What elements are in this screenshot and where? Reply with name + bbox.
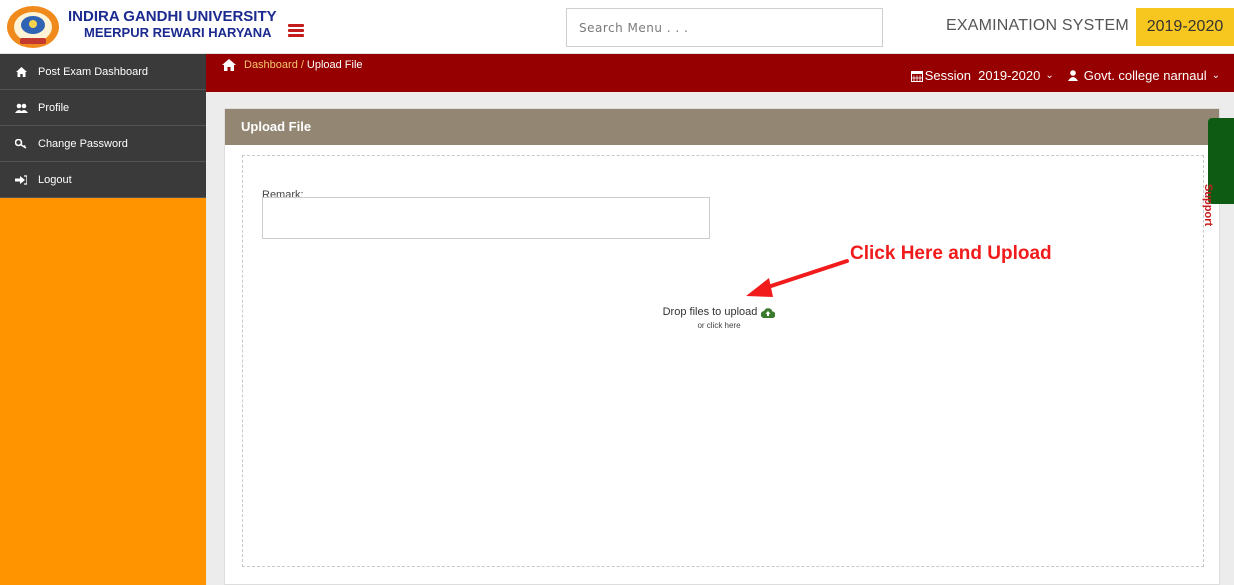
annotation-text: Click Here and Upload xyxy=(850,243,1052,264)
chevron-down-icon: ⌄ xyxy=(1045,70,1054,81)
home-icon[interactable] xyxy=(222,59,236,71)
key-icon xyxy=(14,138,28,149)
menu-toggle-icon[interactable] xyxy=(288,24,304,37)
year-badge: 2019-2020 xyxy=(1136,8,1234,46)
drop-files-label: Drop files to upload xyxy=(619,306,819,318)
upload-file-panel: Upload File Remark: Drop files to upload… xyxy=(224,108,1220,585)
sidebar-item-post-exam-dashboard[interactable]: Post Exam Dashboard xyxy=(0,54,206,90)
breadcrumb-separator: / xyxy=(300,59,304,71)
user-label: Govt. college narnaul xyxy=(1083,68,1207,83)
breadcrumb: Dashboard / Upload File xyxy=(222,59,363,71)
remark-textarea[interactable] xyxy=(262,197,710,239)
user-icon xyxy=(1067,70,1078,81)
chevron-down-icon: ⌄ xyxy=(1211,70,1220,81)
user-dropdown[interactable]: Govt. college narnaul ⌄ xyxy=(1067,68,1220,83)
university-name-line1: INDIRA GANDHI UNIVERSITY xyxy=(68,8,277,25)
sidebar-item-label: Change Password xyxy=(38,137,128,150)
system-title: EXAMINATION SYSTEM xyxy=(946,17,1129,34)
upload-form-area: Remark: Drop files to upload or click he… xyxy=(242,155,1204,567)
sidebar-item-label: Logout xyxy=(38,173,72,186)
topbar-right-info: Session 2019-2020 ⌄ Govt. college narnau… xyxy=(910,68,1220,83)
home-icon xyxy=(14,66,28,77)
drop-text: Drop files to upload xyxy=(662,306,758,318)
sidebar-item-profile[interactable]: Profile xyxy=(0,90,206,126)
top-header: INDIRA GANDHI UNIVERSITY MEERPUR REWARI … xyxy=(0,0,1234,54)
file-drop-zone[interactable]: Drop files to upload or click here xyxy=(619,306,819,346)
users-icon xyxy=(14,103,28,113)
sidebar-item-logout[interactable]: Logout xyxy=(0,162,206,198)
breadcrumb-dashboard-link[interactable]: Dashboard xyxy=(244,59,298,71)
calendar-icon xyxy=(910,70,923,82)
university-name: INDIRA GANDHI UNIVERSITY MEERPUR REWARI … xyxy=(68,9,277,41)
university-logo xyxy=(7,6,59,48)
breadcrumb-bar: Dashboard / Upload File Session 2019-202… xyxy=(206,54,1234,92)
cloud-upload-icon xyxy=(761,307,776,318)
sidebar-item-label: Profile xyxy=(38,101,70,114)
drop-subtext: or click here xyxy=(697,321,741,330)
sidebar: Post Exam Dashboard Profile Change Passw… xyxy=(0,54,206,585)
panel-title: Upload File xyxy=(225,109,1219,145)
annotation-arrow-icon xyxy=(746,259,849,297)
university-name-line2: MEERPUR REWARI HARYANA xyxy=(84,25,272,40)
sidebar-item-change-password[interactable]: Change Password xyxy=(0,126,206,162)
search-menu-input[interactable] xyxy=(566,8,883,47)
support-tab[interactable]: Support xyxy=(1202,118,1234,226)
session-dropdown[interactable]: Session 2019-2020 ⌄ xyxy=(910,68,1054,83)
support-label: Support xyxy=(1202,184,1214,227)
session-label: Session 2019-2020 xyxy=(924,68,1041,83)
breadcrumb-current: Upload File xyxy=(306,59,363,71)
sign-out-icon xyxy=(14,174,28,185)
sidebar-item-label: Post Exam Dashboard xyxy=(38,65,149,78)
